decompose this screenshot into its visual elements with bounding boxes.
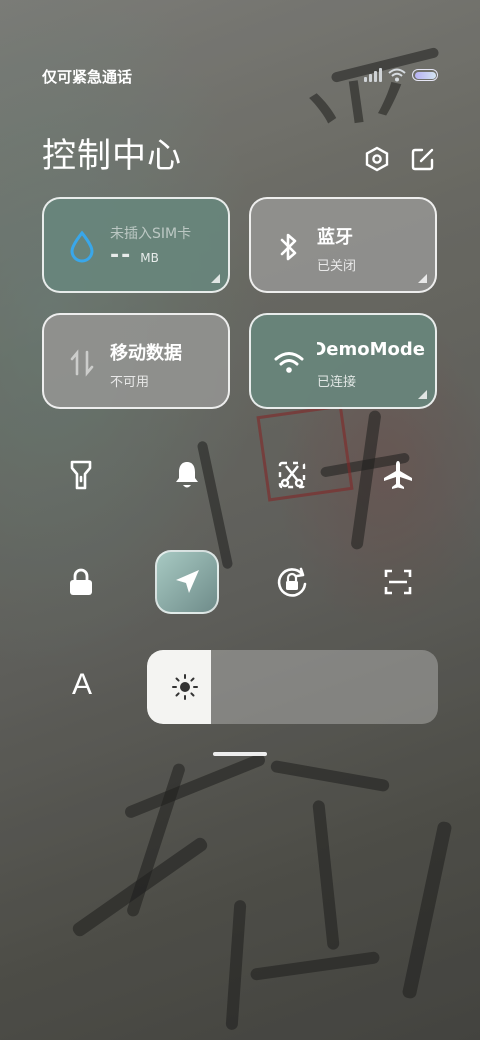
mobile-data-icon xyxy=(64,345,100,381)
wifi-network-label: DemoMode xyxy=(317,339,425,360)
expand-corner-icon xyxy=(211,274,220,283)
flashlight-icon[interactable] xyxy=(53,447,109,503)
location-toggle[interactable] xyxy=(155,550,219,614)
bluetooth-status: 已关闭 xyxy=(317,259,357,274)
settings-hexagon-icon[interactable] xyxy=(362,144,392,174)
scissors-icon[interactable] xyxy=(264,447,320,503)
wifi-status: 已连接 xyxy=(317,375,357,390)
wifi-tile[interactable]: DemoMode 已连接 xyxy=(249,313,437,409)
lock-icon[interactable] xyxy=(53,554,109,610)
sun-icon xyxy=(171,673,199,705)
data-usage-tile[interactable]: 未插入SIM卡 -- MB xyxy=(42,197,230,293)
rotation-lock-icon[interactable] xyxy=(264,554,320,610)
data-usage-unit: MB xyxy=(140,251,159,265)
font-size-button[interactable]: A xyxy=(64,668,100,708)
signal-icon xyxy=(364,68,382,82)
mobile-data-status: 不可用 xyxy=(110,375,150,390)
battery-icon xyxy=(412,69,438,81)
airplane-icon[interactable] xyxy=(370,447,426,503)
wifi-icon xyxy=(271,345,307,381)
location-arrow-icon xyxy=(176,570,199,593)
water-drop-icon xyxy=(64,229,100,265)
sim-status-label: 未插入SIM卡 xyxy=(110,226,192,242)
expand-corner-icon xyxy=(418,274,427,283)
status-bar: 仅可紧急通话 xyxy=(0,62,480,90)
brightness-slider[interactable] xyxy=(147,650,438,724)
bluetooth-label: 蓝牙 xyxy=(317,227,353,248)
data-usage-value: -- xyxy=(110,243,133,268)
wifi-status-icon xyxy=(388,68,406,82)
scan-icon[interactable] xyxy=(370,554,426,610)
data-usage-readout: -- MB xyxy=(110,243,159,268)
bluetooth-icon xyxy=(271,229,307,265)
expand-corner-icon xyxy=(418,390,427,399)
mobile-data-label: 移动数据 xyxy=(110,343,182,364)
bell-icon[interactable] xyxy=(159,447,215,503)
page-title: 控制中心 xyxy=(42,136,182,176)
mobile-data-tile[interactable]: 移动数据 不可用 xyxy=(42,313,230,409)
edit-icon[interactable] xyxy=(408,144,438,174)
carrier-status-text: 仅可紧急通话 xyxy=(42,68,133,86)
drag-handle[interactable] xyxy=(213,752,267,756)
bluetooth-tile[interactable]: 蓝牙 已关闭 xyxy=(249,197,437,293)
status-icons xyxy=(364,68,438,82)
